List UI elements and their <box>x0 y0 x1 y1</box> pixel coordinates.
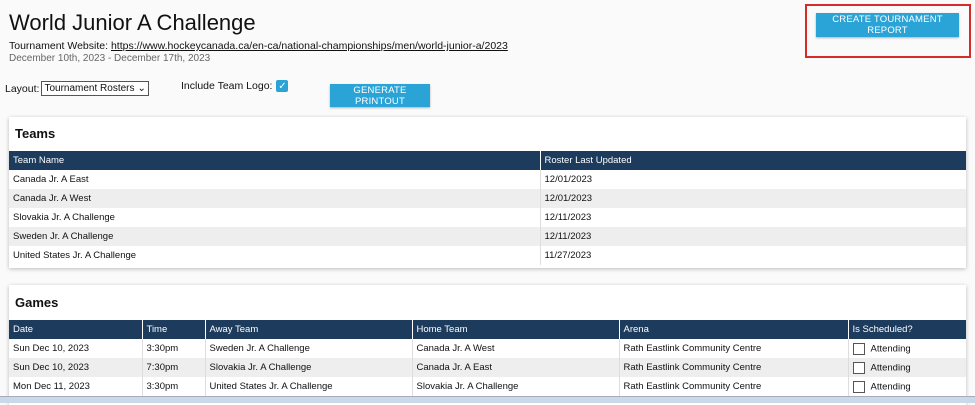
website-link[interactable]: https://www.hockeycanada.ca/en-ca/nation… <box>111 40 508 52</box>
game-date-cell: Sun Dec 10, 2023 <box>9 339 143 358</box>
column-header-roster-updated[interactable]: Roster Last Updated <box>540 151 966 170</box>
home-team-cell: Canada Jr. A West <box>412 339 620 358</box>
layout-control: Layout: Tournament Rosters ⌄ <box>5 81 149 96</box>
attending-label: Attending <box>870 381 911 393</box>
page-title: World Junior A Challenge <box>9 10 256 35</box>
layout-label: Layout: <box>5 82 40 95</box>
table-row[interactable]: Sun Dec 10, 2023 7:30pm Slovakia Jr. A C… <box>9 358 966 377</box>
column-header-away-team[interactable]: Away Team <box>205 320 413 339</box>
game-time-cell: 3:30pm <box>142 339 206 358</box>
tournament-dates: December 10th, 2023 - December 17th, 202… <box>9 53 211 64</box>
attending-checkbox[interactable] <box>852 380 865 393</box>
tournament-website: Tournament Website: https://www.hockeyca… <box>9 40 508 52</box>
games-card: Games Date Time Away Team Home Team Aren… <box>9 285 966 405</box>
roster-date-cell: 12/11/2023 <box>540 227 966 246</box>
games-header-row: Date Time Away Team Home Team Arena Is S… <box>9 320 966 339</box>
scheduled-cell: Attending <box>848 339 966 358</box>
roster-date-cell: 12/11/2023 <box>540 208 966 227</box>
generate-printout-button[interactable]: GENERATE PRINTOUT <box>330 84 430 107</box>
team-name-cell: Slovakia Jr. A Challenge <box>9 208 541 227</box>
team-name-cell: United States Jr. A Challenge <box>9 246 541 265</box>
games-title: Games <box>15 295 59 310</box>
create-tournament-report-button[interactable]: CREATE TOURNAMENT REPORT <box>816 13 959 37</box>
away-team-cell: Slovakia Jr. A Challenge <box>205 358 413 377</box>
away-team-cell: Sweden Jr. A Challenge <box>205 339 413 358</box>
table-row[interactable]: United States Jr. A Challenge 11/27/2023 <box>9 246 966 265</box>
column-header-team-name[interactable]: Team Name <box>9 151 541 170</box>
column-header-date[interactable]: Date <box>9 320 143 339</box>
arena-cell: Rath Eastlink Community Centre <box>619 358 849 377</box>
game-time-cell: 3:30pm <box>142 377 206 396</box>
website-label: Tournament Website: <box>9 40 109 52</box>
table-row[interactable]: Sweden Jr. A Challenge 12/11/2023 <box>9 227 966 246</box>
game-date-cell: Sun Dec 10, 2023 <box>9 358 143 377</box>
home-team-cell: Canada Jr. A East <box>412 358 620 377</box>
column-header-time[interactable]: Time <box>142 320 206 339</box>
team-name-cell: Sweden Jr. A Challenge <box>9 227 541 246</box>
games-table: Date Time Away Team Home Team Arena Is S… <box>9 320 966 396</box>
include-logo-checkbox[interactable]: ✓ <box>276 80 289 92</box>
table-row[interactable]: Mon Dec 11, 2023 3:30pm United States Jr… <box>9 377 966 396</box>
teams-card: Teams Team Name Roster Last Updated Cana… <box>9 117 966 268</box>
team-name-cell: Canada Jr. A West <box>9 189 541 208</box>
roster-date-cell: 11/27/2023 <box>540 246 966 265</box>
arena-cell: Rath Eastlink Community Centre <box>619 339 849 358</box>
team-name-cell: Canada Jr. A East <box>9 170 541 189</box>
game-time-cell: 7:30pm <box>142 358 206 377</box>
layout-select-value: Tournament Rosters <box>44 83 135 94</box>
table-row[interactable]: Canada Jr. A East 12/01/2023 <box>9 170 966 189</box>
roster-date-cell: 12/01/2023 <box>540 189 966 208</box>
include-logo-control: Include Team Logo: ✓ <box>181 80 289 92</box>
include-logo-label: Include Team Logo: <box>181 80 273 92</box>
layout-select[interactable]: Tournament Rosters ⌄ <box>41 81 149 96</box>
home-team-cell: Slovakia Jr. A Challenge <box>412 377 620 396</box>
arena-cell: Rath Eastlink Community Centre <box>619 377 849 396</box>
scheduled-cell: Attending <box>848 358 966 377</box>
checkmark-icon: ✓ <box>278 80 287 92</box>
game-date-cell: Mon Dec 11, 2023 <box>9 377 143 396</box>
chevron-down-icon: ⌄ <box>137 83 146 94</box>
attending-label: Attending <box>870 343 911 355</box>
teams-table: Team Name Roster Last Updated Canada Jr.… <box>9 151 966 265</box>
column-header-arena[interactable]: Arena <box>619 320 849 339</box>
table-row[interactable]: Canada Jr. A West 12/01/2023 <box>9 189 966 208</box>
table-row[interactable]: Sun Dec 10, 2023 3:30pm Sweden Jr. A Cha… <box>9 339 966 358</box>
attending-checkbox[interactable] <box>852 342 865 355</box>
away-team-cell: United States Jr. A Challenge <box>205 377 413 396</box>
attending-label: Attending <box>870 362 911 374</box>
column-header-home-team[interactable]: Home Team <box>412 320 620 339</box>
table-row[interactable]: Slovakia Jr. A Challenge 12/11/2023 <box>9 208 966 227</box>
scheduled-cell: Attending <box>848 377 966 396</box>
roster-date-cell: 12/01/2023 <box>540 170 966 189</box>
column-header-is-scheduled[interactable]: Is Scheduled? <box>848 320 966 339</box>
attending-checkbox[interactable] <box>852 361 865 374</box>
teams-header-row: Team Name Roster Last Updated <box>9 151 966 170</box>
teams-title: Teams <box>15 126 56 141</box>
